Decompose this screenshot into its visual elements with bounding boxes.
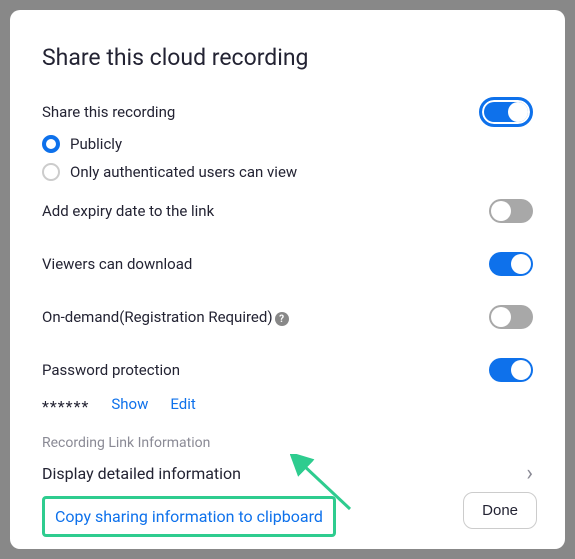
link-info-section-label: Recording Link Information [42,435,533,451]
modal-title: Share this cloud recording [42,44,533,71]
radio-publicly[interactable]: Publicly [42,135,533,153]
password-show-link[interactable]: Show [111,395,148,413]
password-actions: ****** Show Edit [42,394,533,413]
highlight-annotation: Copy sharing information to clipboard [42,496,336,537]
done-button[interactable]: Done [463,492,537,529]
password-mask: ****** [42,397,89,416]
ondemand-toggle[interactable] [489,305,533,329]
ondemand-label: On-demand(Registration Required)? [42,308,289,327]
password-row: Password protection [42,358,533,382]
share-recording-toggle[interactable] [479,97,533,127]
password-label: Password protection [42,361,180,379]
password-edit-link[interactable]: Edit [170,395,195,413]
expiry-label: Add expiry date to the link [42,202,214,220]
password-toggle[interactable] [489,358,533,382]
display-detailed-row[interactable]: Display detailed information › [42,461,533,486]
download-toggle[interactable] [489,252,533,276]
radio-auth-only[interactable]: Only authenticated users can view [42,163,533,181]
radio-auth-only-label: Only authenticated users can view [70,163,297,181]
download-label: Viewers can download [42,255,192,273]
chevron-right-icon: › [526,461,533,486]
display-detailed-label: Display detailed information [42,464,241,483]
download-row: Viewers can download [42,252,533,276]
radio-icon-selected [42,135,60,153]
copy-sharing-link[interactable]: Copy sharing information to clipboard [55,507,323,526]
expiry-row: Add expiry date to the link [42,199,533,223]
share-visibility-radio-group: Publicly Only authenticated users can vi… [42,135,533,181]
radio-icon-unselected [42,163,60,181]
radio-publicly-label: Publicly [70,135,122,153]
help-icon[interactable]: ? [275,312,289,326]
expiry-toggle[interactable] [489,199,533,223]
share-recording-row: Share this recording [42,97,533,127]
share-recording-modal: Share this cloud recording Share this re… [10,10,565,549]
share-recording-label: Share this recording [42,103,175,121]
ondemand-row: On-demand(Registration Required)? [42,305,533,329]
